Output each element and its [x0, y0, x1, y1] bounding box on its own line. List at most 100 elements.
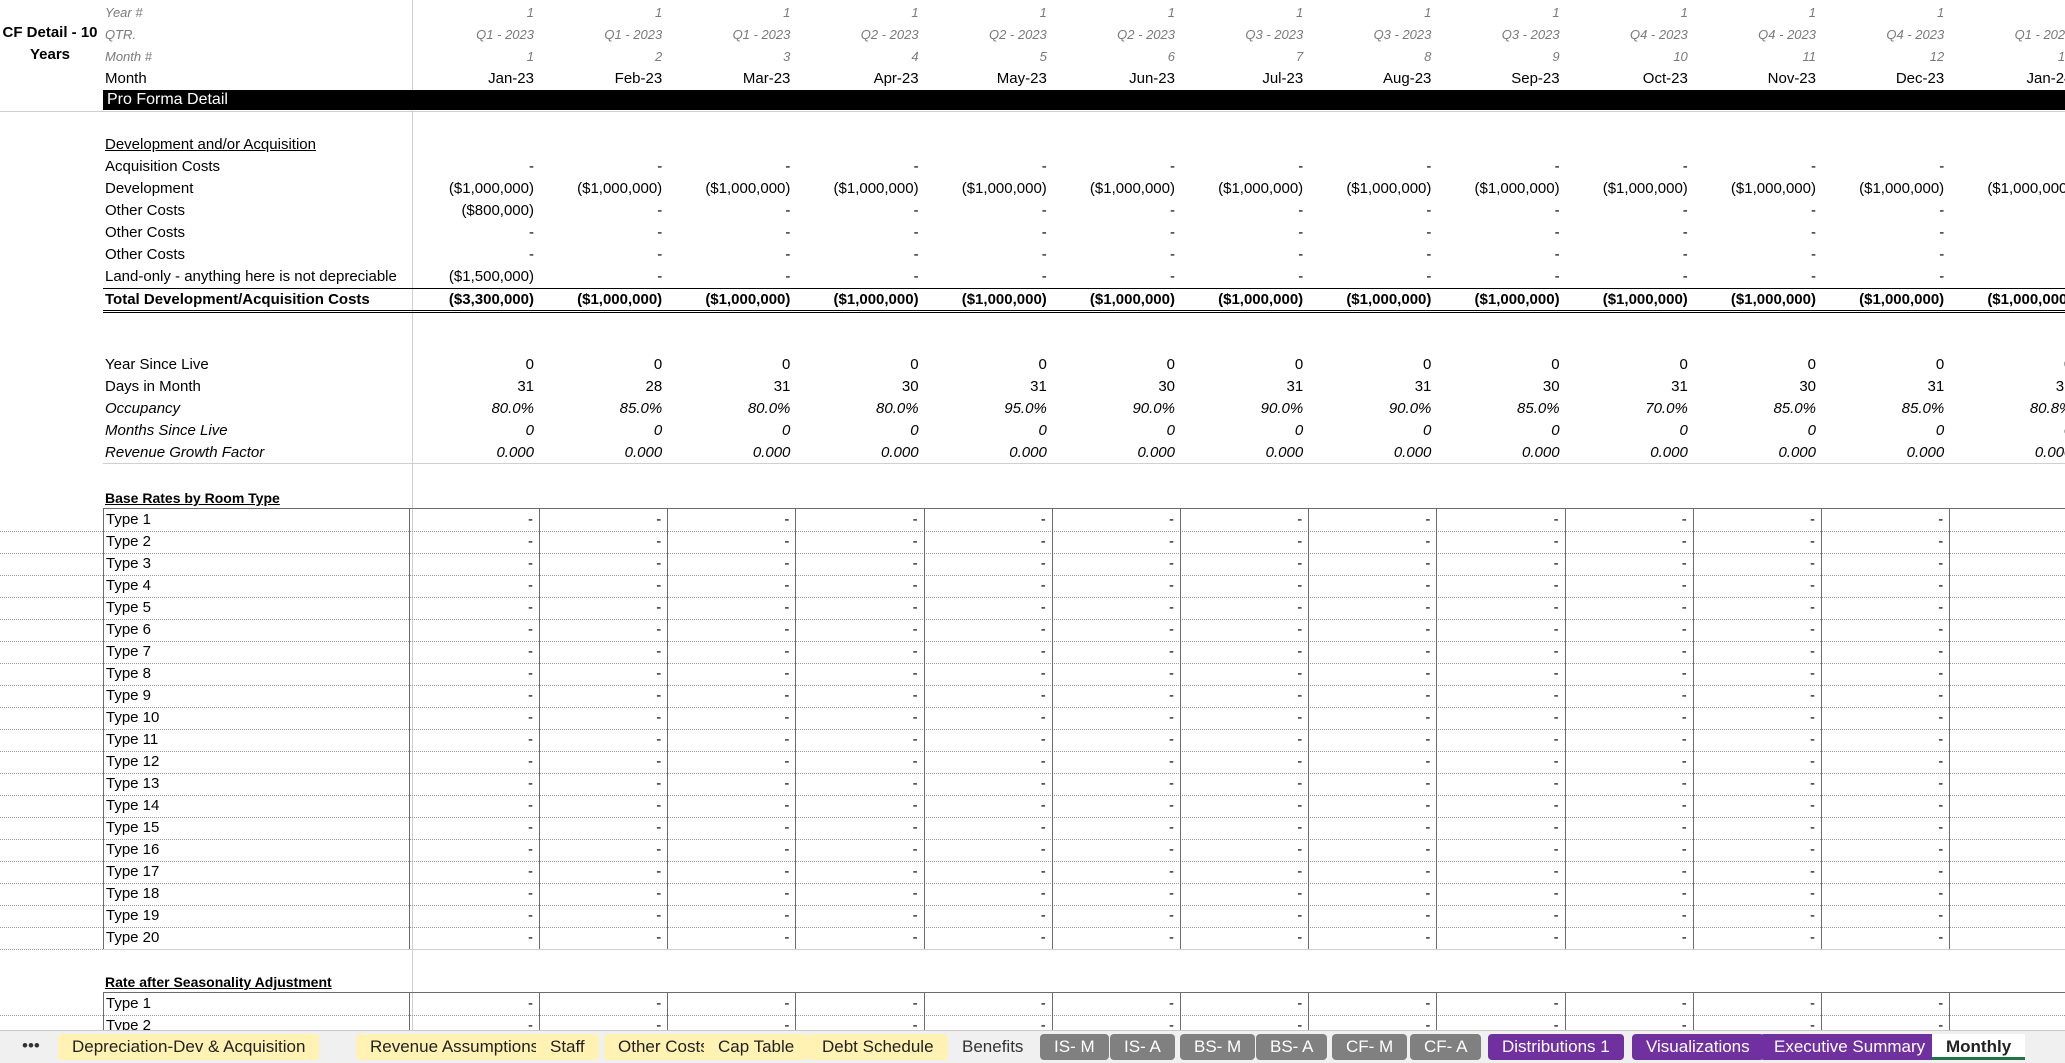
value-cell[interactable]: ($1,000,000) — [1181, 178, 1309, 200]
value-cell[interactable]: 0.000 — [412, 442, 540, 464]
value-cell[interactable]: ($1,000,000) — [1053, 289, 1181, 311]
value-cell[interactable]: - — [1053, 993, 1181, 1015]
value-cell[interactable]: - — [797, 663, 925, 685]
value-cell[interactable]: - — [668, 927, 797, 949]
value-cell[interactable]: - — [1950, 883, 2065, 905]
value-cell[interactable]: 0 — [1822, 420, 1950, 442]
value-cell[interactable]: - — [1694, 993, 1822, 1015]
value-cell[interactable]: Jun-23 — [1053, 68, 1181, 90]
value-cell[interactable]: ($1,000,000) — [1438, 178, 1566, 200]
value-cell[interactable]: 6 — [1053, 46, 1181, 68]
value-cell[interactable]: 0 — [1181, 354, 1309, 376]
value-cell[interactable]: - — [1822, 927, 1951, 949]
value-cell[interactable]: - — [925, 927, 1053, 949]
value-cell[interactable]: - — [668, 993, 797, 1015]
value-cell[interactable]: 1 — [1950, 2, 2065, 24]
value-cell[interactable]: - — [1181, 795, 1310, 817]
value-cell[interactable]: - — [1309, 751, 1438, 773]
value-cell[interactable]: - — [1566, 993, 1694, 1015]
value-cell[interactable]: - — [1309, 729, 1438, 751]
value-cell[interactable]: - — [1822, 861, 1951, 883]
value-cell[interactable]: 31 — [1181, 376, 1309, 398]
value-cell[interactable]: 8 — [1309, 46, 1437, 68]
value-cell[interactable]: - — [1950, 266, 2065, 288]
value-cell[interactable]: - — [1053, 531, 1181, 553]
value-cell[interactable]: - — [1566, 156, 1694, 178]
value-cell[interactable]: 0 — [668, 420, 796, 442]
spreadsheet-grid[interactable]: CF Detail - 10 Years Year #1111111111111… — [0, 0, 2065, 1030]
sheet-tab[interactable]: Monthly — [1932, 1034, 2026, 1060]
sheet-tab[interactable]: Cap Table — [704, 1034, 809, 1060]
value-cell[interactable]: - — [1950, 729, 2065, 751]
value-cell[interactable]: - — [668, 663, 797, 685]
value-cell[interactable]: 3 — [668, 46, 796, 68]
value-cell[interactable]: 2 — [540, 46, 668, 68]
value-cell[interactable]: - — [540, 575, 669, 597]
value-cell[interactable]: - — [1181, 509, 1310, 531]
value-cell[interactable]: - — [797, 641, 925, 663]
value-cell[interactable]: Q1 - 2023 — [668, 24, 796, 46]
value-cell[interactable]: - — [797, 575, 925, 597]
value-cell[interactable]: - — [925, 1015, 1053, 1030]
value-cell[interactable]: Q4 - 2023 — [1822, 24, 1950, 46]
value-cell[interactable]: ($1,000,000) — [1438, 289, 1566, 311]
value-cell[interactable]: - — [412, 861, 540, 883]
value-cell[interactable]: 0 — [540, 354, 668, 376]
value-cell[interactable]: - — [540, 773, 669, 795]
value-cell[interactable]: - — [1181, 597, 1310, 619]
value-cell[interactable]: 10 — [1566, 46, 1694, 68]
value-cell[interactable]: - — [797, 861, 925, 883]
value-cell[interactable]: - — [1438, 883, 1566, 905]
value-cell[interactable]: 0 — [1950, 420, 2065, 442]
value-cell[interactable]: - — [797, 773, 925, 795]
value-cell[interactable]: - — [1566, 509, 1694, 531]
value-cell[interactable]: ($1,000,000) — [925, 289, 1053, 311]
value-cell[interactable]: - — [1694, 773, 1822, 795]
value-cell[interactable]: - — [540, 156, 668, 178]
value-cell[interactable]: - — [1950, 553, 2065, 575]
value-cell[interactable]: - — [1822, 993, 1951, 1015]
value-cell[interactable]: - — [668, 773, 797, 795]
value-cell[interactable]: - — [1950, 685, 2065, 707]
value-cell[interactable]: - — [925, 861, 1053, 883]
value-cell[interactable]: - — [412, 729, 540, 751]
value-cell[interactable]: - — [668, 883, 797, 905]
value-cell[interactable]: Mar-23 — [668, 68, 796, 90]
value-cell[interactable]: - — [1822, 222, 1950, 244]
value-cell[interactable]: - — [1822, 685, 1951, 707]
value-cell[interactable]: ($1,000,000) — [540, 289, 668, 311]
value-cell[interactable]: - — [1694, 200, 1822, 222]
value-cell[interactable]: Q3 - 2023 — [1181, 24, 1309, 46]
value-cell[interactable]: - — [1822, 553, 1951, 575]
value-cell[interactable]: - — [668, 222, 796, 244]
value-cell[interactable]: - — [797, 729, 925, 751]
value-cell[interactable]: - — [1053, 575, 1181, 597]
value-cell[interactable]: 9 — [1438, 46, 1566, 68]
value-cell[interactable]: - — [1694, 531, 1822, 553]
value-cell[interactable]: ($1,000,000) — [540, 178, 668, 200]
value-cell[interactable]: - — [668, 1015, 797, 1030]
value-cell[interactable]: 80.0% — [668, 398, 796, 420]
value-cell[interactable]: - — [412, 993, 540, 1015]
value-cell[interactable]: - — [1309, 156, 1437, 178]
value-cell[interactable]: - — [668, 597, 797, 619]
value-cell[interactable]: 30 — [1694, 376, 1822, 398]
value-cell[interactable]: - — [1438, 222, 1566, 244]
value-cell[interactable]: ($1,000,000) — [1566, 178, 1694, 200]
value-cell[interactable]: - — [412, 839, 540, 861]
value-cell[interactable]: - — [1950, 817, 2065, 839]
value-cell[interactable]: - — [1694, 663, 1822, 685]
value-cell[interactable]: - — [1309, 553, 1438, 575]
value-cell[interactable]: ($1,000,000) — [925, 178, 1053, 200]
value-cell[interactable]: - — [797, 927, 925, 949]
value-cell[interactable]: - — [1053, 244, 1181, 266]
value-cell[interactable]: - — [1181, 817, 1310, 839]
value-cell[interactable]: - — [1309, 663, 1438, 685]
value-cell[interactable]: - — [1822, 663, 1951, 685]
value-cell[interactable]: - — [1053, 685, 1181, 707]
value-cell[interactable]: 0 — [797, 354, 925, 376]
value-cell[interactable]: - — [540, 553, 669, 575]
value-cell[interactable]: 0 — [1181, 420, 1309, 442]
value-cell[interactable]: - — [1822, 1015, 1951, 1030]
value-cell[interactable]: 0 — [797, 420, 925, 442]
